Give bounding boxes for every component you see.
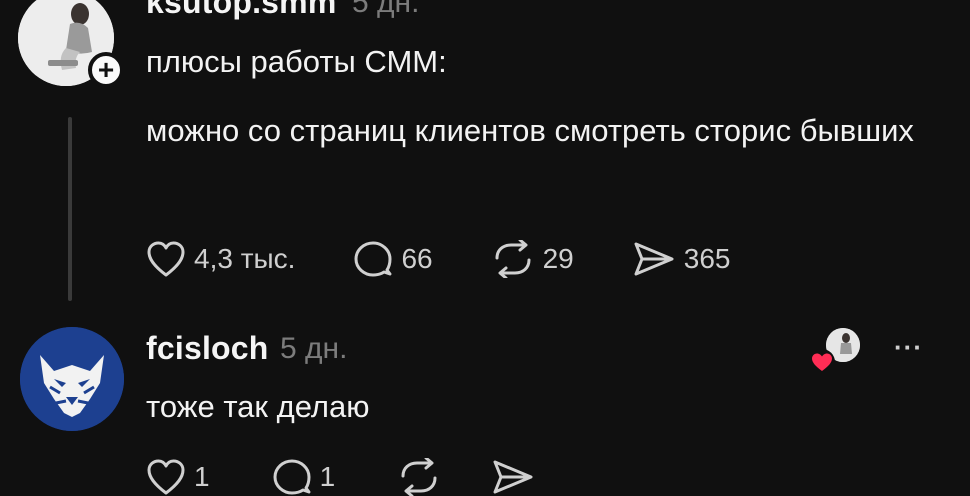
timestamp: 5 дн.: [352, 0, 420, 19]
share-button[interactable]: 365: [632, 240, 731, 278]
timestamp: 5 дн.: [280, 332, 348, 365]
share-send-icon: [493, 460, 533, 494]
share-button[interactable]: [491, 458, 535, 496]
post-body: тоже так делаю: [146, 389, 370, 424]
reply-count: 1: [319, 461, 336, 492]
repost-icon: [401, 458, 437, 496]
post-body: можно со страниц клиентов смотреть стори…: [146, 113, 914, 148]
avatar[interactable]: [20, 327, 124, 431]
reply-button[interactable]: 66: [353, 240, 433, 278]
share-count: 365: [683, 243, 731, 274]
post-actions: 4,3 тыс. 66 29 365: [146, 240, 730, 278]
more-icon[interactable]: ···: [894, 0, 923, 13]
reply-bubble-icon: [354, 241, 392, 277]
more-icon[interactable]: ···: [894, 332, 923, 363]
thread-line: [68, 117, 72, 301]
repost-count: 29: [542, 243, 574, 274]
share-send-icon: [634, 242, 674, 276]
like-count: 1: [194, 461, 210, 492]
reply-button[interactable]: 1: [272, 458, 336, 496]
reply-bubble-icon: [273, 459, 311, 495]
like-button[interactable]: 1: [146, 458, 210, 496]
username[interactable]: ksutop.smm: [146, 0, 336, 21]
like-button[interactable]: 4,3 тыс.: [146, 240, 295, 278]
reply-count: 66: [401, 243, 433, 274]
repost-icon: [495, 240, 531, 278]
follow-plus-icon[interactable]: +: [88, 52, 124, 88]
like-count: 4,3 тыс.: [194, 243, 296, 274]
repost-button[interactable]: [397, 458, 441, 496]
wolf-logo-avatar: [20, 327, 124, 431]
post-actions: 1 1: [146, 458, 535, 496]
post-title: плюсы работы СММ:: [146, 44, 447, 79]
heart-icon: [147, 241, 185, 277]
heart-icon: [809, 349, 835, 375]
username[interactable]: fcisloch: [146, 330, 269, 367]
heart-icon: [147, 459, 185, 495]
repost-button[interactable]: 29: [491, 240, 574, 278]
